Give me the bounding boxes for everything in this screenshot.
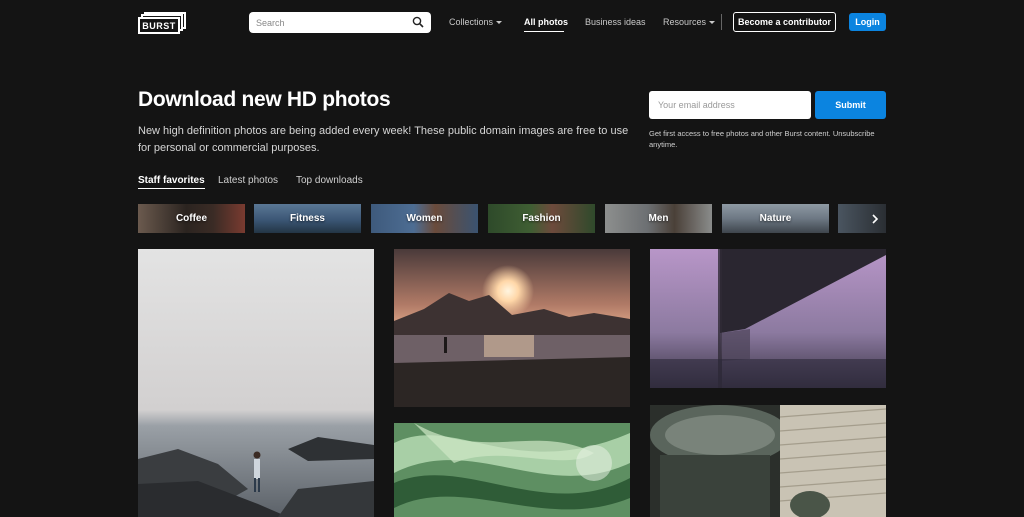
logo-text: BURST bbox=[138, 17, 180, 34]
tab-latest-photos[interactable]: Latest photos bbox=[218, 175, 278, 186]
photo-beach-sunset-image bbox=[394, 249, 630, 407]
email-field[interactable] bbox=[649, 91, 811, 119]
nav-collections[interactable]: Collections bbox=[449, 17, 503, 27]
active-nav-underline bbox=[524, 31, 564, 32]
chevron-right-icon bbox=[872, 213, 879, 224]
login-button[interactable]: Login bbox=[849, 13, 886, 31]
photo-bridge-fog-image bbox=[650, 249, 886, 388]
category-label: Women bbox=[406, 213, 443, 224]
burst-logo[interactable]: BURST bbox=[138, 12, 186, 34]
photo-woman-on-rocks[interactable] bbox=[138, 249, 374, 517]
category-label: Fashion bbox=[522, 213, 561, 224]
nav-business-ideas-label: Business ideas bbox=[585, 17, 646, 27]
category-label: Men bbox=[648, 213, 669, 224]
photo-green-swirl-image bbox=[394, 423, 630, 517]
nav-resources[interactable]: Resources bbox=[663, 17, 716, 27]
category-label: Coffee bbox=[175, 213, 208, 224]
photo-woman-on-rocks-image bbox=[138, 249, 374, 517]
category-nature[interactable]: Nature bbox=[722, 204, 829, 233]
category-fashion[interactable]: Fashion bbox=[488, 204, 595, 233]
photo-beach-sunset[interactable] bbox=[394, 249, 630, 407]
tab-top-downloads[interactable]: Top downloads bbox=[296, 175, 363, 186]
submit-button[interactable]: Submit bbox=[815, 91, 886, 119]
photo-glass-and-knit-image bbox=[650, 405, 886, 517]
category-women[interactable]: Women bbox=[371, 204, 478, 233]
page-subtitle: New high definition photos are being add… bbox=[138, 125, 629, 154]
search-input[interactable] bbox=[256, 14, 406, 31]
chevron-down-icon bbox=[496, 21, 503, 25]
category-men[interactable]: Men bbox=[605, 204, 712, 233]
category-coffee[interactable]: Coffee bbox=[138, 204, 245, 233]
nav-divider bbox=[721, 14, 722, 30]
photo-bridge-fog[interactable] bbox=[650, 249, 886, 388]
tab-staff-favorites[interactable]: Staff favorites bbox=[138, 175, 205, 189]
nav-resources-label: Resources bbox=[663, 17, 707, 27]
chevron-down-icon bbox=[709, 21, 716, 25]
categories-next-button[interactable] bbox=[838, 204, 886, 233]
nav-all-photos-label: All photos bbox=[524, 17, 568, 27]
search-icon[interactable] bbox=[412, 16, 424, 28]
nav-business-ideas[interactable]: Business ideas bbox=[585, 17, 646, 27]
become-contributor-button[interactable]: Become a contributor bbox=[733, 12, 836, 32]
nav-all-photos[interactable]: All photos bbox=[524, 17, 568, 27]
photo-glass-and-knit[interactable] bbox=[650, 405, 886, 517]
photo-green-swirl[interactable] bbox=[394, 423, 630, 517]
category-label: Nature bbox=[759, 213, 792, 224]
email-note: Get first access to free photos and othe… bbox=[649, 129, 875, 149]
category-label: Fitness bbox=[289, 213, 325, 224]
nav-collections-label: Collections bbox=[449, 17, 494, 27]
page-title: Download new HD photos bbox=[138, 88, 391, 111]
category-fitness[interactable]: Fitness bbox=[254, 204, 361, 233]
search-bar bbox=[249, 12, 431, 33]
